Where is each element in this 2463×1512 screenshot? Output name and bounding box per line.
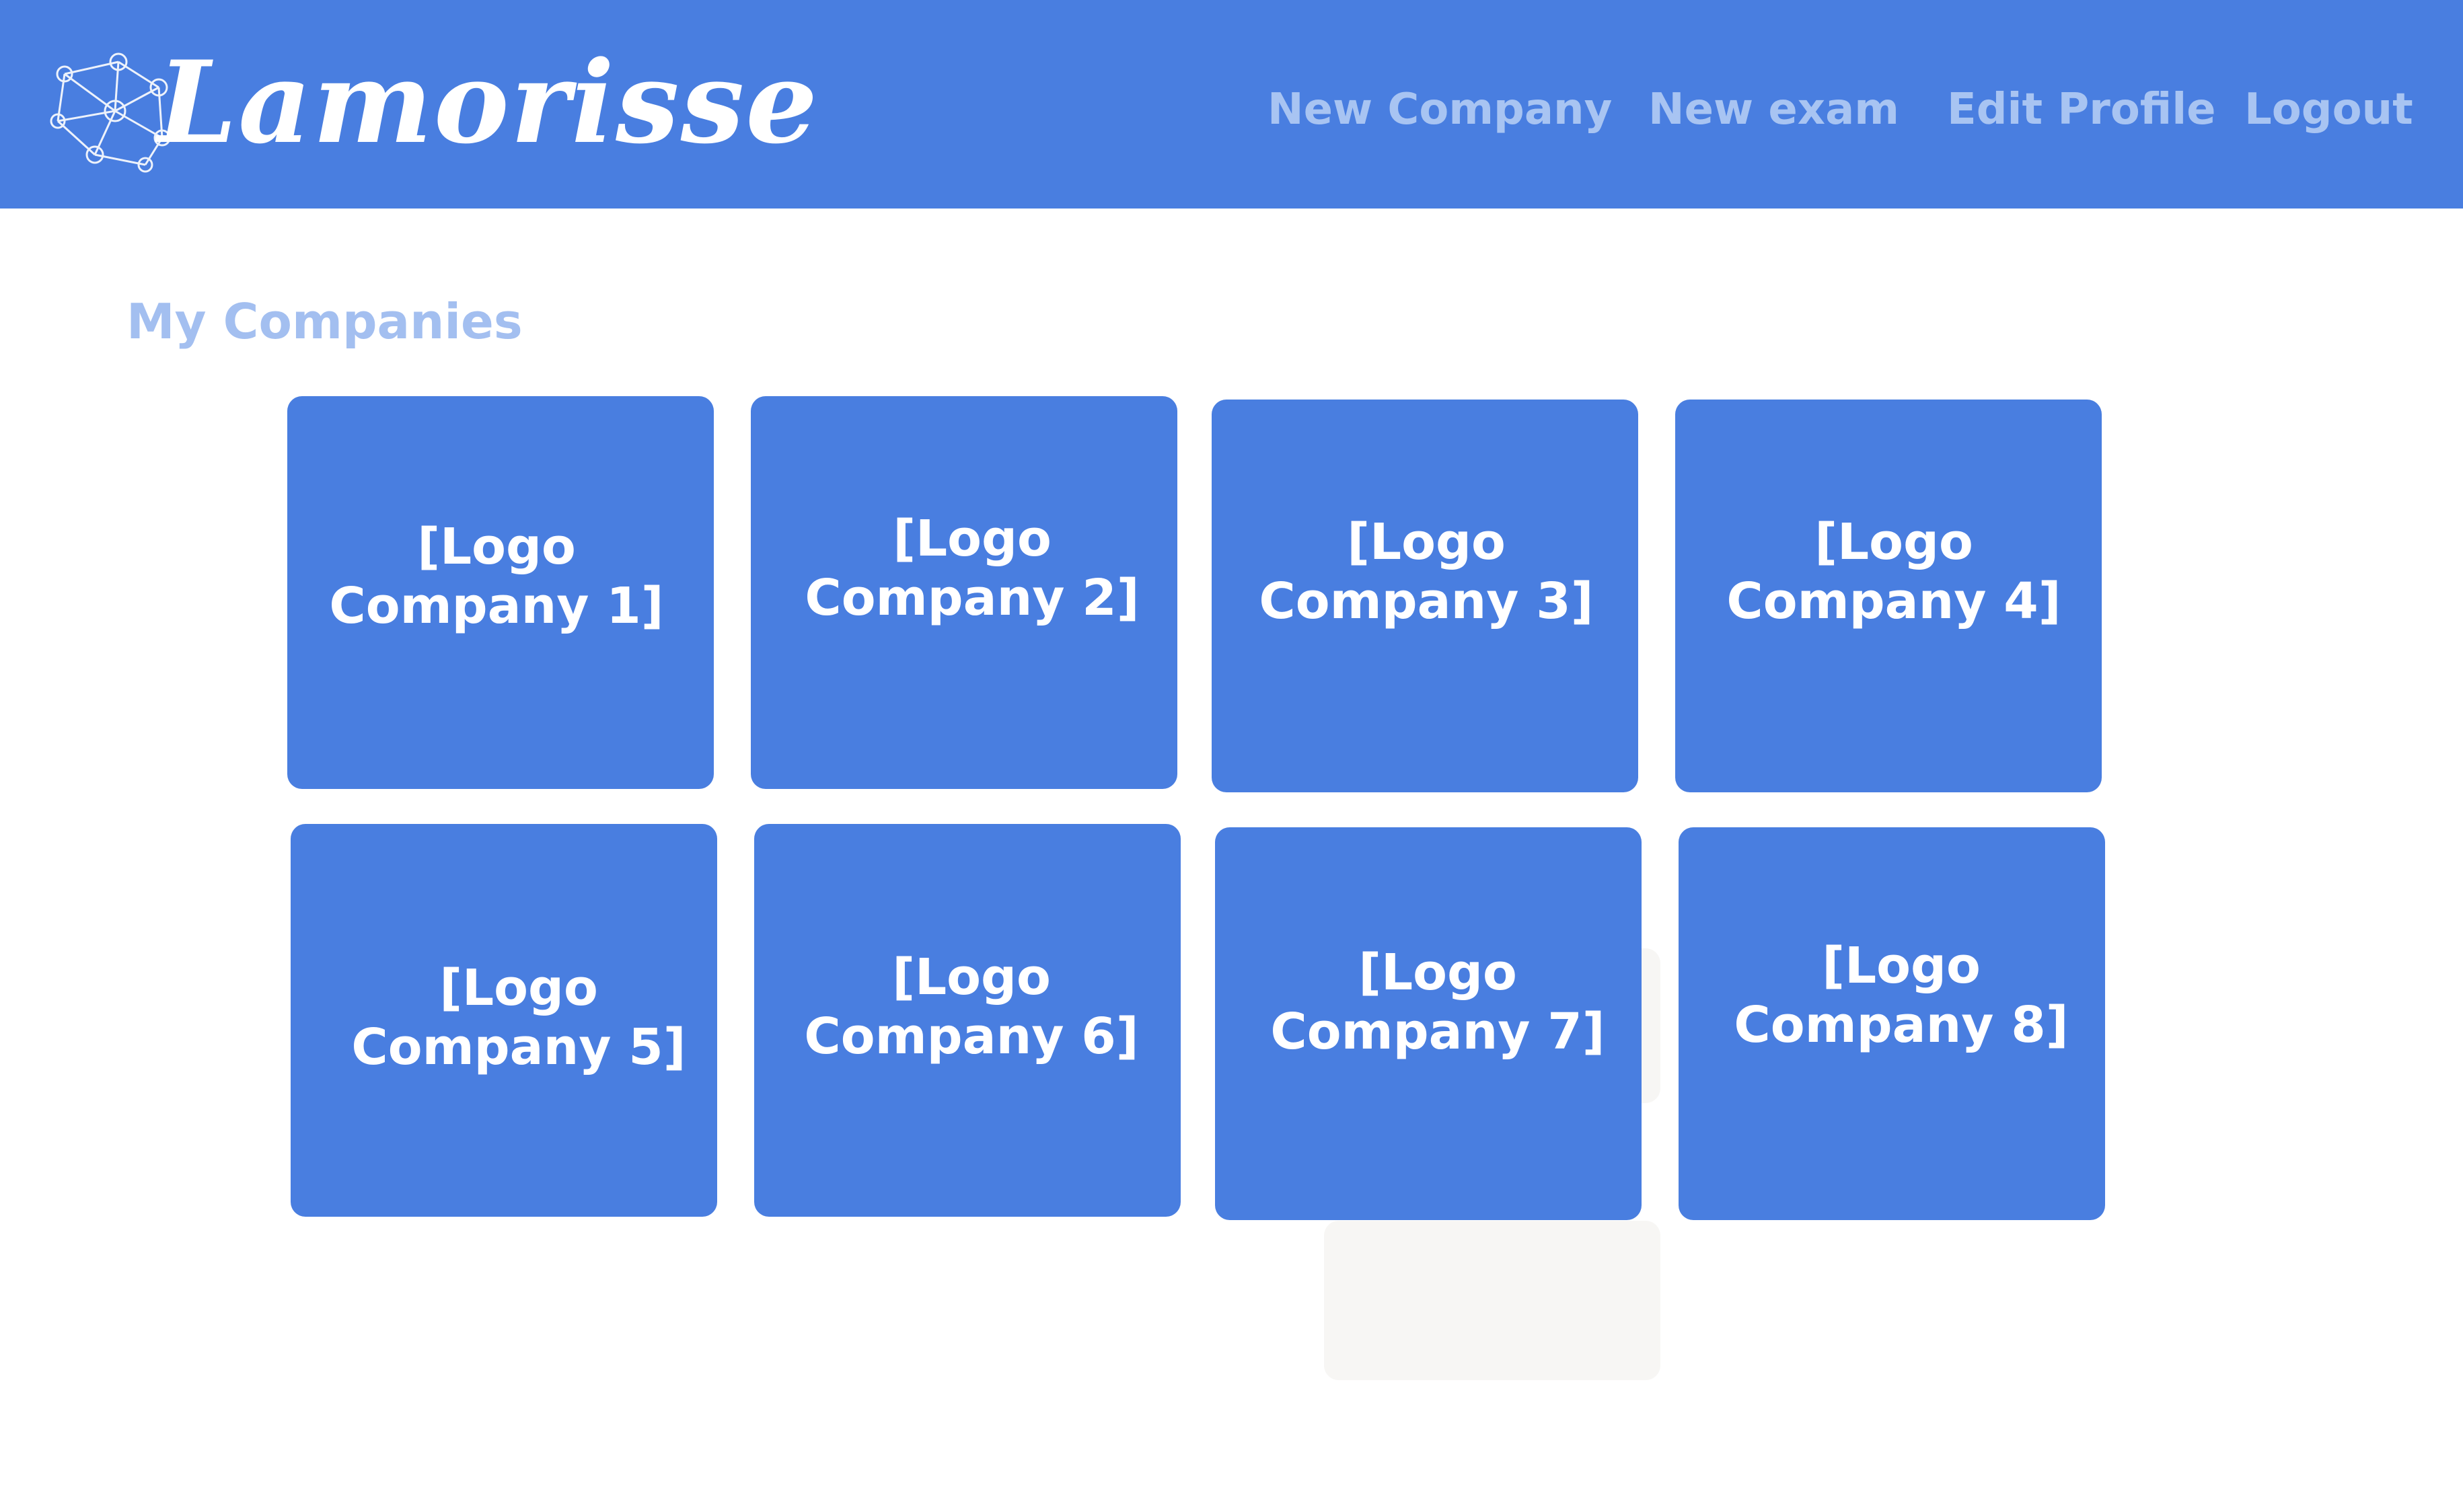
company-card-6[interactable]: [Logo Company 6] bbox=[754, 824, 1181, 1217]
nav-edit-profile-link[interactable]: Edit Profile bbox=[1947, 79, 2216, 140]
company-card-2[interactable]: [Logo Company 2] bbox=[751, 396, 1177, 789]
company-card-7[interactable]: [Logo Company 7] bbox=[1215, 827, 1642, 1220]
company-card-5[interactable]: [Logo Company 5] bbox=[291, 824, 717, 1217]
company-card-3[interactable]: [Logo Company 3] bbox=[1212, 400, 1638, 792]
page: Lamorisse New Company New exam Edit Prof… bbox=[0, 0, 2463, 1512]
company-card-label: [Logo Company 2] bbox=[805, 510, 1140, 627]
company-card-label: [Logo Company 3] bbox=[1259, 513, 1594, 630]
page-title: My Companies bbox=[126, 293, 523, 350]
company-card-label: [Logo Company 1] bbox=[329, 518, 664, 635]
company-card-label: [Logo Company 8] bbox=[1734, 937, 2069, 1054]
brand-name: Lamorisse bbox=[157, 36, 819, 169]
nav-logout-link[interactable]: Logout bbox=[2244, 79, 2413, 140]
top-navbar: Lamorisse New Company New exam Edit Prof… bbox=[0, 0, 2463, 209]
company-card-1[interactable]: [Logo Company 1] bbox=[287, 396, 714, 789]
company-card-label: [Logo Company 6] bbox=[804, 948, 1139, 1065]
company-card-4[interactable]: [Logo Company 4] bbox=[1675, 400, 2102, 792]
company-card-label: [Logo Company 7] bbox=[1270, 944, 1605, 1061]
company-card-label: [Logo Company 5] bbox=[351, 959, 686, 1076]
company-card-8[interactable]: [Logo Company 8] bbox=[1679, 827, 2105, 1220]
brand-logo[interactable]: Lamorisse bbox=[44, 36, 817, 176]
placeholder-panel bbox=[1324, 1221, 1660, 1380]
company-card-label: [Logo Company 4] bbox=[1726, 513, 2061, 630]
nav-new-company-link[interactable]: New Company bbox=[1267, 79, 1612, 140]
nav-new-exam-link[interactable]: New exam bbox=[1648, 79, 1899, 140]
